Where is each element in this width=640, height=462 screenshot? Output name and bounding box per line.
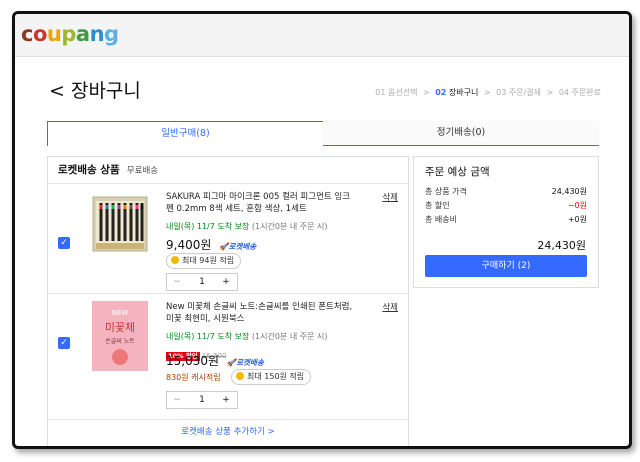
summary-label: 총 상품 가격	[425, 187, 467, 196]
checkout-steps: 01 옵션선택 > 02 장바구니 > 03 주문/결제 > 04 주문완료	[375, 87, 601, 98]
summary-label: 총 배송비	[425, 215, 457, 224]
delivery-guarantee: 내일(목) 11/7 도착 보장 (1시간0분 내 주문 시)	[166, 331, 327, 342]
summary-label: 총 할인	[425, 201, 450, 210]
delete-button[interactable]: 삭제	[382, 191, 398, 203]
step-checkout: 03 주문/결제	[496, 88, 542, 97]
qty-plus-button[interactable]: +	[219, 274, 233, 290]
qty-value[interactable]: 1	[189, 274, 215, 290]
step-separator-icon: >	[546, 88, 554, 97]
step-separator-icon: >	[483, 88, 491, 97]
logo-letter: o	[32, 22, 47, 46]
logo-letter: c	[21, 22, 33, 46]
qty-value[interactable]: 1	[189, 392, 215, 408]
section-title: 로켓배송 상품	[58, 164, 120, 176]
summary-row-discount: 총 할인 −0원	[425, 200, 587, 211]
summary-row-shipping: 총 배송비 +0원	[425, 214, 587, 225]
logo-letter: g	[104, 22, 119, 46]
rocket-section-header: 로켓배송 상품 무료배송	[48, 157, 408, 184]
logo-letter: p	[61, 22, 76, 46]
order-summary: 주문 예상 금액 총 상품 가격 24,430원 총 할인 −0원 총 배송비 …	[413, 156, 599, 288]
browser-frame: coupang < 장바구니 01 옵션선택 > 02 장바구니 > 03 주문…	[12, 11, 632, 449]
product-name[interactable]: New 미꽃체 손글씨 노트:손글씨를 인쇄된 폰트처럼, 미꽃 최현미, 시원…	[166, 301, 356, 325]
step-option-select: 01 옵션선택	[375, 88, 418, 97]
header-bar: coupang	[15, 14, 629, 57]
coin-icon	[171, 256, 179, 264]
reward-badge: 최대 94원 적립	[166, 253, 242, 269]
summary-value: +0원	[567, 215, 587, 224]
reward-text: 최대 94원 적립	[182, 256, 235, 265]
qty-plus-button[interactable]: +	[219, 392, 233, 408]
summary-value: 24,430원	[551, 187, 587, 196]
qty-minus-button[interactable]: −	[171, 392, 183, 408]
tab-subscription[interactable]: 정기배송(0)	[323, 121, 599, 146]
summary-total: 24,430원	[537, 239, 586, 252]
coin-icon	[236, 372, 244, 380]
rocket-delivery-badge: 🚀로켓배송	[226, 358, 264, 367]
item-checkbox[interactable]: ✓	[58, 337, 70, 349]
delivery-guarantee: 내일(목) 11/7 도착 보장 (1시간0분 내 주문 시)	[166, 221, 327, 232]
delivery-date: 내일(목) 11/7 도착 보장	[166, 332, 250, 341]
reward-text: 최대 150원 적립	[247, 372, 305, 381]
book-cover-flower-icon	[112, 349, 128, 365]
logo-letter: u	[46, 22, 62, 46]
cart-item: ✓ NEW 미꽃체 손글씨 노트 New 미꽃체 손글씨 노트:손글씨를 인쇄된…	[48, 295, 408, 420]
step-complete: 04 주문완료	[558, 88, 601, 97]
page-title[interactable]: < 장바구니	[49, 76, 141, 103]
delivery-date: 내일(목) 11/7 도착 보장	[166, 222, 250, 231]
logo-letter: n	[89, 22, 105, 46]
step-cart-number: 02	[435, 88, 447, 97]
logo-letter: a	[75, 22, 90, 46]
summary-row-total-price: 총 상품 가격 24,430원	[425, 186, 587, 197]
delete-button[interactable]: 삭제	[382, 301, 398, 313]
cart-tabs: 일반구매(8) 정기배송(0)	[47, 121, 599, 147]
item-price: 9,400원	[166, 238, 212, 252]
cash-reward: 830원 캐시적립	[166, 373, 221, 382]
summary-value: −0원	[567, 201, 587, 210]
step-cart: 02 장바구니	[435, 88, 478, 97]
coupang-logo[interactable]: coupang	[21, 22, 119, 46]
rocket-delivery-badge: 🚀로켓배송	[219, 242, 257, 251]
book-cover-subtitle: 손글씨 노트	[105, 338, 135, 345]
pen-set-image	[92, 196, 148, 252]
delivery-note: (1시간0분 내 주문 시)	[251, 222, 328, 231]
step-separator-icon: >	[422, 88, 430, 97]
cart-item: ✓ SAKURA 피그마 마이크론 005 컬러 피그먼트 잉크펜 0.2mm …	[48, 185, 408, 294]
cart-list: 로켓배송 상품 무료배송 ✓ SAKURA 피그마 마이크론 005 컬러 피그…	[47, 156, 409, 446]
qty-minus-button[interactable]: −	[171, 274, 183, 290]
reward-badge: 최대 150원 적립	[231, 369, 312, 385]
price-line: 9,400원 🚀로켓배송	[166, 236, 256, 253]
buy-button[interactable]: 구매하기 (2)	[425, 255, 587, 277]
add-more-rocket-link[interactable]: 로켓배송 상품 추가하기 >	[48, 425, 408, 437]
summary-title: 주문 예상 금액	[425, 166, 490, 178]
quantity-stepper: − 1 +	[166, 273, 238, 291]
delivery-note: (1시간0분 내 주문 시)	[251, 332, 328, 341]
product-image-pens[interactable]	[92, 195, 148, 253]
product-name[interactable]: SAKURA 피그마 마이크론 005 컬러 피그먼트 잉크펜 0.2mm 8색…	[166, 191, 356, 215]
quantity-stepper: − 1 +	[166, 391, 238, 409]
book-cover-top: NEW	[111, 309, 129, 317]
section-subtitle: 무료배송	[126, 166, 159, 176]
item-price: 15,030원	[166, 354, 220, 368]
step-cart-label: 장바구니	[448, 88, 479, 97]
book-cover-title: 미꽃체	[104, 321, 136, 334]
price-line: 15,030원 🚀로켓배송	[166, 352, 264, 369]
item-checkbox[interactable]: ✓	[58, 237, 70, 249]
tab-general-purchase[interactable]: 일반구매(8)	[47, 121, 324, 146]
product-image-book[interactable]: NEW 미꽃체 손글씨 노트	[92, 301, 148, 371]
